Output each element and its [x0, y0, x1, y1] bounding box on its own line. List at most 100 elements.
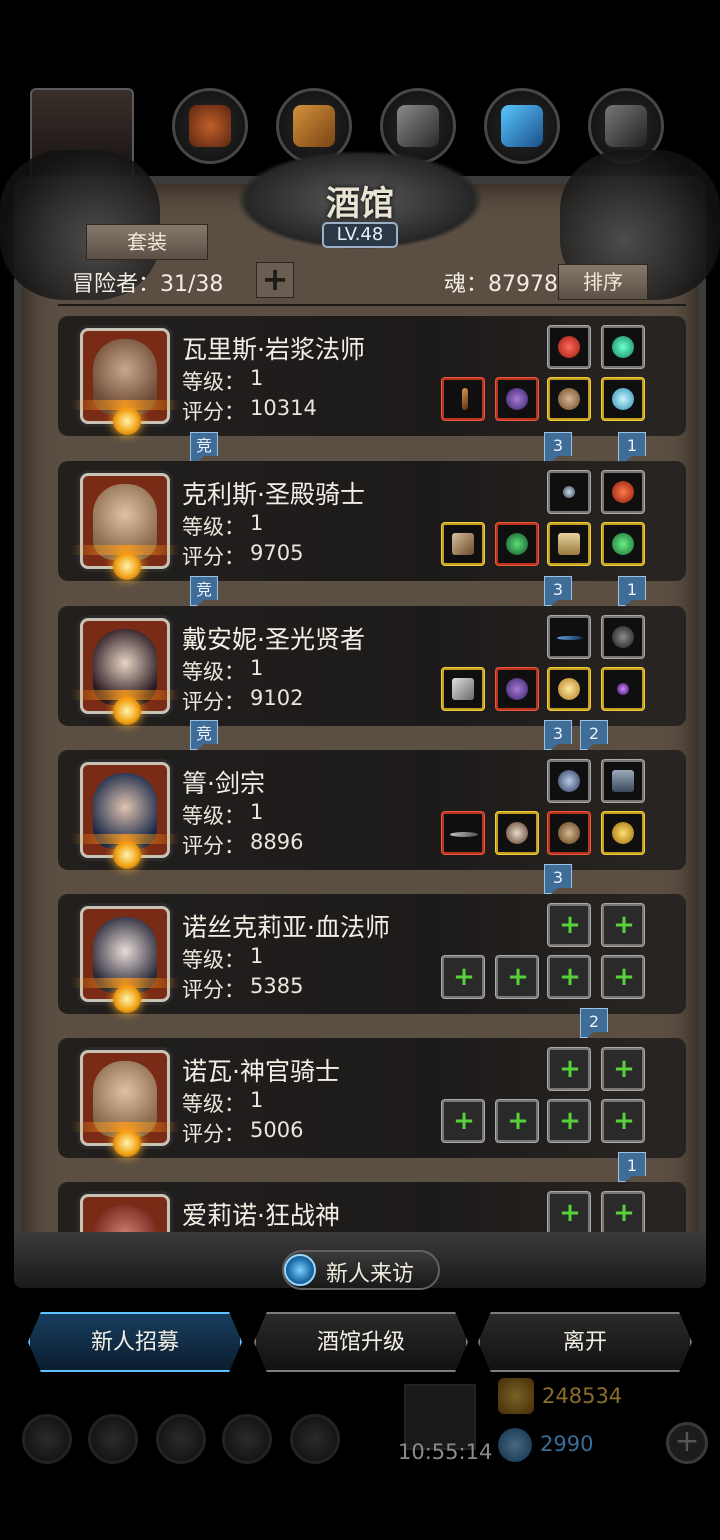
- empty-slot-plus-icon[interactable]: +: [602, 1100, 644, 1142]
- hero-name: 诺瓦·神官骑士: [182, 1057, 340, 1086]
- add-currency-button[interactable]: +: [666, 1422, 708, 1464]
- compete-tag: 竞: [190, 576, 225, 606]
- empty-slot-plus-icon[interactable]: +: [602, 904, 644, 946]
- compete-tag: 竞: [190, 432, 225, 462]
- grid-icon[interactable]: [156, 1414, 206, 1464]
- hero-card[interactable]: 诺丝克莉亚·血法师 等级： 1 评分： 5385 + + + + + +: [58, 894, 686, 1014]
- hero-name: 瓦里斯·岩浆法师: [182, 335, 365, 364]
- empty-slot-plus-icon[interactable]: +: [442, 1100, 484, 1142]
- book-icon[interactable]: [602, 760, 644, 802]
- sun-emblem-icon: [113, 552, 141, 580]
- empty-slot-plus-icon[interactable]: +: [496, 1100, 538, 1142]
- amulet-icon[interactable]: [548, 668, 590, 710]
- add-adventurer-button[interactable]: +: [256, 262, 294, 298]
- empty-slot-plus-icon[interactable]: +: [496, 956, 538, 998]
- hero-name: 诺丝克莉亚·血法师: [182, 913, 390, 942]
- hero-level-label: 等级：: [182, 370, 245, 394]
- empty-slot-plus-icon[interactable]: +: [548, 1048, 590, 1090]
- count-tag: 3: [544, 576, 579, 606]
- divider: [58, 304, 686, 306]
- bracer-icon[interactable]: [548, 812, 590, 854]
- hero-card[interactable]: 爱莉诺·狂战神 + +: [58, 1182, 686, 1238]
- hero-card[interactable]: 戴安妮·圣光贤者 等级： 1 评分： 9102: [58, 606, 686, 726]
- empty-slot-plus-icon[interactable]: +: [548, 1192, 590, 1234]
- hero-level: 1: [250, 1088, 264, 1112]
- hero-name: 爱莉诺·狂战神: [182, 1201, 340, 1230]
- gauntlet-icon[interactable]: [548, 378, 590, 420]
- hero-level-label: 等级：: [182, 1092, 245, 1116]
- hero-score-label: 评分：: [182, 978, 245, 1002]
- green-gauntlet-icon[interactable]: [602, 523, 644, 565]
- tavern-level-badge: LV.48: [322, 222, 398, 248]
- hero-level: 1: [250, 800, 264, 824]
- ring-icon[interactable]: [602, 378, 644, 420]
- hammer-icon[interactable]: [442, 523, 484, 565]
- dagger-icon[interactable]: [602, 668, 644, 710]
- hero-card[interactable]: 瓦里斯·岩浆法师 等级： 1 评分： 10314: [58, 316, 686, 436]
- gem-icon: [498, 1428, 532, 1462]
- gem-amount: 2990: [540, 1432, 594, 1456]
- hero-card[interactable]: 克利斯·圣殿骑士 等级： 1 评分： 9705: [58, 461, 686, 581]
- armor-icon[interactable]: [496, 668, 538, 710]
- recruit-button[interactable]: 新人招募: [28, 1312, 242, 1372]
- mace-icon[interactable]: [442, 668, 484, 710]
- suit-button[interactable]: 套装: [86, 224, 208, 260]
- hero-score: 10314: [250, 396, 317, 420]
- sword-icon[interactable]: [442, 812, 484, 854]
- leave-button[interactable]: 离开: [478, 1312, 692, 1372]
- empty-slot-plus-icon[interactable]: +: [602, 1048, 644, 1090]
- resource-slot-crystal[interactable]: [484, 88, 560, 164]
- mask-icon[interactable]: [602, 616, 644, 658]
- hero-level: 1: [250, 366, 264, 390]
- soul-value: 87978: [488, 272, 559, 297]
- sun-emblem-icon: [113, 1129, 141, 1157]
- hero-level: 1: [250, 656, 264, 680]
- helm-icon[interactable]: [496, 812, 538, 854]
- count-tag: 1: [618, 432, 653, 462]
- wand-icon[interactable]: [548, 616, 590, 658]
- ruby-icon[interactable]: [602, 471, 644, 513]
- hero-card[interactable]: 箐·剑宗 等级： 1 评分： 8896: [58, 750, 686, 870]
- sun-emblem-icon: [113, 697, 141, 725]
- green-armor-icon[interactable]: [496, 523, 538, 565]
- green-gem-icon[interactable]: [602, 326, 644, 368]
- hero-list[interactable]: 瓦里斯·岩浆法师 等级： 1 评分： 10314 竞 3 1 克利斯·圣殿骑士 …: [58, 316, 686, 1238]
- handshake-icon[interactable]: [290, 1414, 340, 1464]
- empty-slot-plus-icon[interactable]: +: [602, 1192, 644, 1234]
- count-tag: 2: [580, 720, 615, 750]
- soul-label: 魂：: [444, 272, 489, 297]
- count-tag: 1: [618, 576, 653, 606]
- empty-slot-plus-icon[interactable]: +: [548, 1100, 590, 1142]
- hero-score-label: 评分：: [182, 545, 245, 569]
- necklace-icon[interactable]: [548, 471, 590, 513]
- empty-slot-plus-icon[interactable]: +: [602, 956, 644, 998]
- pendant-icon[interactable]: [548, 760, 590, 802]
- staff-icon[interactable]: [442, 378, 484, 420]
- hero-score: 5385: [250, 974, 304, 998]
- sun-emblem-icon: [113, 407, 141, 435]
- hero-name: 克利斯·圣殿骑士: [182, 480, 365, 509]
- upgrade-tavern-button[interactable]: 酒馆升级: [254, 1312, 468, 1372]
- count-tag: 3: [544, 720, 579, 750]
- gold-ring-icon[interactable]: [602, 812, 644, 854]
- armor-icon[interactable]: [496, 378, 538, 420]
- hero-name: 戴安妮·圣光贤者: [182, 625, 365, 654]
- hero-level-label: 等级：: [182, 515, 245, 539]
- empty-slot-plus-icon[interactable]: +: [548, 956, 590, 998]
- page-title: 酒馆: [326, 184, 394, 224]
- empty-slot-plus-icon[interactable]: +: [442, 956, 484, 998]
- hero-level-label: 等级：: [182, 804, 245, 828]
- mail-icon[interactable]: [222, 1414, 272, 1464]
- sun-emblem-icon: [113, 985, 141, 1013]
- sort-button[interactable]: 排序: [558, 264, 648, 300]
- scroll-icon[interactable]: [548, 523, 590, 565]
- star-icon[interactable]: [88, 1414, 138, 1464]
- settings-icon[interactable]: [22, 1414, 72, 1464]
- empty-slot-plus-icon[interactable]: +: [548, 904, 590, 946]
- red-gem-icon[interactable]: [548, 326, 590, 368]
- count-tag: 1: [618, 1152, 653, 1182]
- gold-amount: 248534: [542, 1384, 623, 1408]
- hero-name: 箐·剑宗: [182, 769, 265, 798]
- hero-score: 9705: [250, 541, 304, 565]
- hero-card[interactable]: 诺瓦·神官骑士 等级： 1 评分： 5006 + + + + + +: [58, 1038, 686, 1158]
